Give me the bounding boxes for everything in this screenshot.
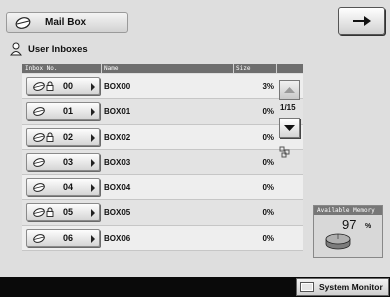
inbox-name: BOX01: [104, 107, 131, 117]
screen: Mail Box User Inboxes Inbox No. Name Siz…: [0, 0, 390, 277]
inbox-button[interactable]: 01: [26, 102, 100, 121]
inbox-name: BOX04: [104, 183, 131, 193]
table-row: 03 BOX03 0%: [22, 149, 303, 176]
inbox-tray-icon: [33, 183, 45, 193]
inbox-button[interactable]: 03: [26, 152, 100, 171]
mailbox-icon: [15, 16, 31, 29]
page-title: Mail Box: [45, 17, 87, 28]
triangle-down-icon: [284, 125, 295, 131]
table-row: 06 BOX06 0%: [22, 225, 303, 252]
inbox-size: 3%: [262, 82, 274, 91]
scroll-down-button[interactable]: [279, 118, 300, 138]
section-title: User Inboxes: [28, 43, 88, 55]
inbox-size: 0%: [262, 157, 274, 167]
column-name: Name: [104, 65, 119, 72]
inbox-number: 05: [63, 207, 74, 218]
table-row: 02 BOX02 0%: [22, 124, 303, 150]
available-memory-panel: Available Memory 97 %: [313, 205, 383, 258]
table-header: Inbox No. Name Size: [22, 64, 303, 73]
inbox-tray-icon: [33, 107, 45, 117]
inbox-button[interactable]: 02: [26, 127, 100, 146]
memory-title: Available Memory: [314, 206, 382, 215]
system-monitor-label: System Monitor: [319, 282, 383, 292]
inbox-number: 03: [63, 156, 74, 167]
section-header: User Inboxes: [10, 42, 88, 56]
inbox-tray-icon: [33, 233, 45, 243]
memory-unit: %: [365, 223, 372, 230]
inbox-number: 01: [63, 106, 74, 117]
column-inbox-no: Inbox No.: [25, 65, 58, 72]
table-row: 05 BOX05 0%: [22, 200, 303, 226]
user-icon: [10, 42, 22, 56]
chevron-right-icon: [91, 158, 95, 167]
inbox-size: 0%: [262, 208, 274, 218]
table-row: 00 BOX00 3%: [22, 74, 303, 100]
inbox-tray-icon: [33, 158, 45, 167]
arrow-right-icon: [352, 16, 371, 26]
inbox-button[interactable]: 05: [26, 203, 100, 222]
inbox-list: 00 BOX00 3% 01 BOX01 0% 02 BOX02 0% 03 BOX03 0% 04 BO…: [22, 74, 303, 252]
lock-icon: [46, 132, 54, 142]
chevron-right-icon: [91, 234, 95, 243]
chevron-right-icon: [91, 83, 95, 91]
inbox-number: 06: [63, 232, 74, 243]
inbox-name: BOX05: [104, 208, 131, 218]
table-row: 01 BOX01 0%: [22, 99, 303, 125]
inbox-number: 02: [63, 131, 74, 142]
inbox-name: BOX00: [104, 82, 131, 91]
inbox-tray-icon: [33, 132, 45, 142]
scroll-up-button[interactable]: [279, 80, 300, 100]
inbox-name: BOX06: [104, 233, 131, 243]
inbox-name: BOX02: [104, 132, 131, 142]
mailbox-tab: Mail Box: [6, 12, 128, 33]
chevron-right-icon: [91, 108, 95, 117]
column-divider: [101, 64, 102, 73]
memory-pie-icon: [325, 233, 351, 250]
lock-icon: [46, 208, 54, 218]
column-size: Size: [236, 65, 251, 72]
inbox-button[interactable]: 00: [26, 77, 100, 95]
inbox-size: 0%: [262, 107, 274, 117]
table-row: 04 BOX04 0%: [22, 175, 303, 201]
inbox-size: 0%: [262, 233, 274, 243]
inbox-number: 04: [63, 182, 74, 193]
status-icon: [279, 146, 290, 158]
inbox-size: 0%: [262, 132, 274, 142]
page-indicator: 1/15: [280, 103, 296, 112]
chevron-right-icon: [91, 133, 95, 142]
column-divider: [276, 64, 277, 73]
inbox-tray-icon: [33, 82, 45, 91]
monitor-icon: [300, 282, 314, 292]
inbox-button[interactable]: 04: [26, 178, 100, 197]
column-divider: [233, 64, 234, 73]
chevron-right-icon: [91, 184, 95, 193]
next-button[interactable]: [338, 7, 385, 35]
triangle-up-icon: [284, 87, 295, 93]
system-monitor-button[interactable]: System Monitor: [296, 278, 389, 296]
inbox-name: BOX03: [104, 157, 131, 167]
inbox-tray-icon: [33, 208, 45, 218]
inbox-size: 0%: [262, 183, 274, 193]
chevron-right-icon: [91, 209, 95, 218]
inbox-number: 00: [63, 81, 74, 91]
lock-icon: [46, 81, 54, 91]
inbox-button[interactable]: 06: [26, 228, 100, 247]
